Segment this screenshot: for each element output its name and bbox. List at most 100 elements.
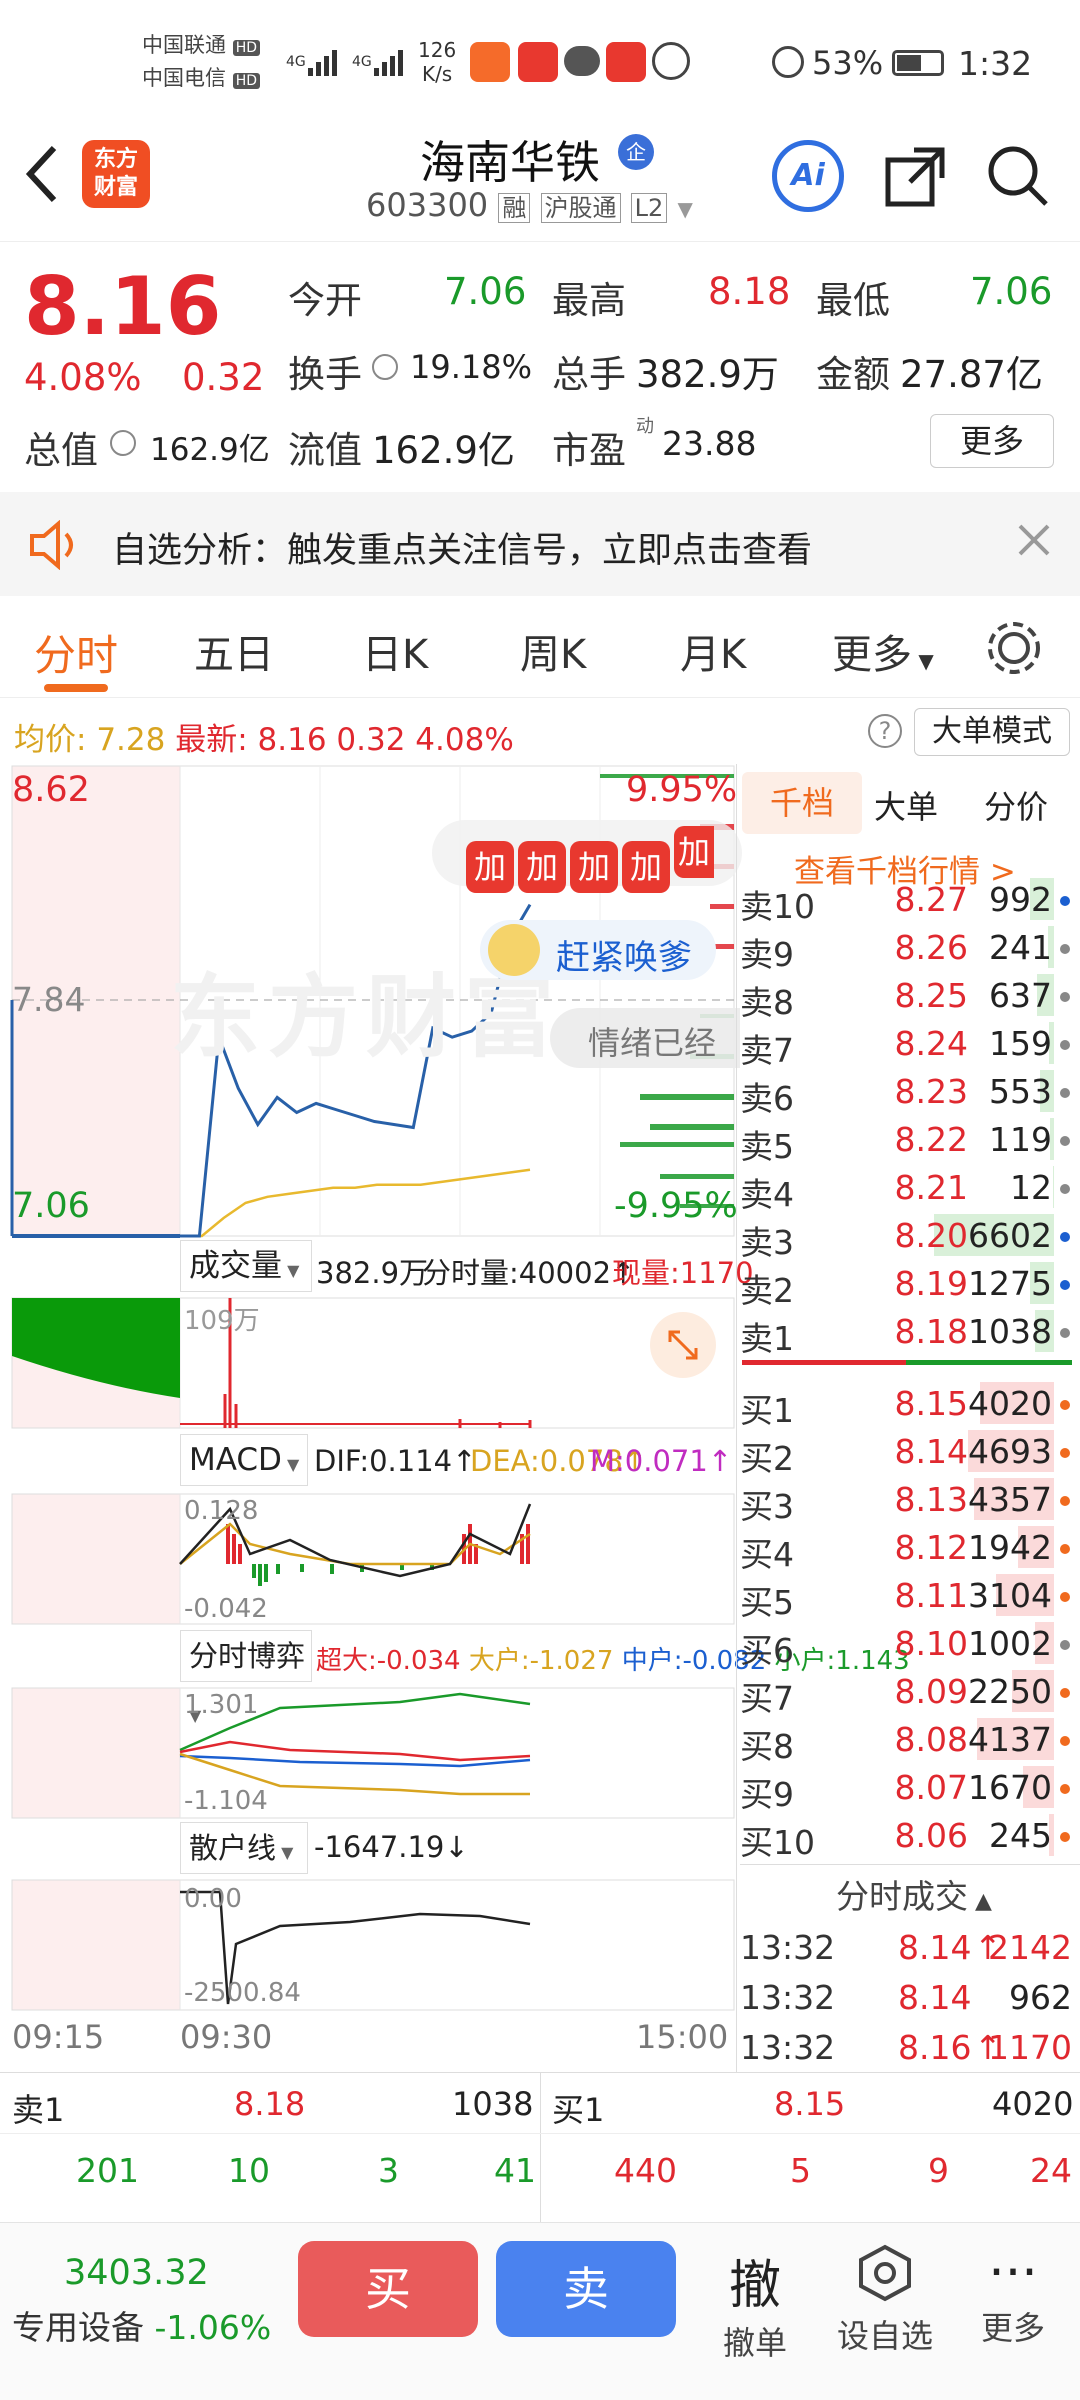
tab-weekly-k[interactable]: 周K (520, 622, 586, 680)
net-speed: 126 K/s (418, 38, 456, 86)
add-buttons-row[interactable]: 加加加加加 (466, 826, 714, 893)
buy-level-volume: 1002 (968, 1624, 1052, 1663)
buy-level-row[interactable]: 买4 8.12 1942 (740, 1524, 1080, 1574)
sell-level-row[interactable]: 卖9 8.26 241 (740, 924, 1080, 974)
summary-sell-label: 卖1 (12, 2091, 65, 2129)
battery-percent: 53% (812, 44, 884, 82)
tab-more[interactable]: 更多 ▼ (832, 622, 934, 680)
tab-big-orders[interactable]: 大单 (874, 782, 938, 828)
tab-thousand-levels[interactable]: 千档 (742, 772, 862, 834)
buy-level-row[interactable]: 买2 8.14 4693 (740, 1428, 1080, 1478)
info-icon[interactable] (372, 354, 398, 380)
volume-indicator-select[interactable]: 成交量 ▼ (180, 1240, 312, 1292)
add-button[interactable]: 加 (674, 826, 714, 878)
expand-icon[interactable] (650, 1312, 716, 1378)
settings-gear-icon[interactable] (986, 620, 1042, 680)
buy-level-row[interactable]: 买6 8.10 1002 (740, 1620, 1080, 1670)
ai-button[interactable]: Ai (772, 140, 844, 212)
sell-level-dot (1060, 992, 1070, 1002)
trade-volume: 962 (1009, 1978, 1072, 2017)
bottom-action-bar: 3403.32 专用设备 -1.06% 买 卖 撤 撤单 设自选 ··· 更多 (0, 2222, 1080, 2400)
pe-superscript: 动 (636, 416, 654, 437)
sell-level-row[interactable]: 卖7 8.24 159 (740, 1020, 1080, 1070)
buy-level-dot (1060, 1496, 1070, 1506)
chart-tabs: 分时 五日 日K 周K 月K 更多 ▼ (0, 596, 1080, 698)
carrier-labels: 中国联通 HD 中国电信 HD (142, 30, 260, 96)
game-indicator-select[interactable]: 分时博弈 ▼ (180, 1630, 312, 1725)
sell-level-row[interactable]: 卖5 8.22 119 (740, 1116, 1080, 1166)
sell-level-volume: 637 (989, 976, 1052, 1015)
retail-indicator-select[interactable]: 散户线 ▼ (180, 1822, 308, 1874)
buy-level-label: 买3 (740, 1487, 794, 1526)
sell-level-dot (1060, 896, 1070, 906)
buy-level-volume: 4137 (968, 1720, 1052, 1759)
buy-level-row[interactable]: 买10 8.06 245 (740, 1812, 1080, 1862)
big-order-mode-button[interactable]: 大单模式 (914, 708, 1070, 756)
mktcap-value: 162.9亿 (150, 432, 270, 468)
tab-five-day[interactable]: 五日 (194, 622, 274, 680)
summary-sell-price: 8.18 (234, 2085, 306, 2123)
cancel-order-label: 撤单 (722, 2324, 787, 2362)
buy-level-row[interactable]: 买8 8.08 4137 (740, 1716, 1080, 1766)
sell-level-label: 卖9 (740, 935, 794, 974)
svg-text:4G: 4G (286, 54, 306, 70)
more-button[interactable]: 更多 (930, 414, 1054, 468)
sell-level-row[interactable]: 卖1 8.18 1038 (740, 1308, 1080, 1358)
sector-index-line[interactable]: 专用设备 -1.06% (12, 2301, 271, 2349)
buy-detail-3: 9 (928, 2151, 949, 2190)
buy-level-label: 买4 (740, 1535, 794, 1574)
buy-button[interactable]: 买 (298, 2241, 478, 2337)
buy-level-volume: 1942 (968, 1528, 1052, 1567)
dropdown-icon[interactable]: ▼ (677, 197, 692, 221)
buy-level-row[interactable]: 买7 8.09 2250 (740, 1668, 1080, 1718)
sell-level-label: 卖2 (740, 1271, 794, 1310)
buy-level-row[interactable]: 买5 8.11 3104 (740, 1572, 1080, 1622)
share-icon[interactable] (884, 144, 948, 212)
sell-level-row[interactable]: 卖8 8.25 637 (740, 972, 1080, 1022)
trades-title[interactable]: 分时成交 ▲ (836, 1870, 992, 1918)
add-button[interactable]: 加 (518, 841, 566, 893)
sell-level-label: 卖3 (740, 1223, 794, 1262)
info-icon-2[interactable] (110, 430, 136, 456)
search-icon[interactable] (986, 144, 1050, 212)
amount-label: 金额 (816, 353, 890, 396)
add-button[interactable]: 加 (622, 841, 670, 893)
cancel-order-button[interactable]: 撤 撤单 (700, 2243, 810, 2364)
book-divider-green (906, 1360, 1072, 1365)
sell-detail-3: 3 (378, 2151, 399, 2190)
more-menu-button[interactable]: ··· 更多 (958, 2243, 1068, 2349)
trade-time: 13:32 (740, 1978, 836, 2017)
sell-level-row[interactable]: 卖10 8.27 992 (740, 876, 1080, 926)
buy-level-volume: 3104 (968, 1576, 1052, 1615)
add-button[interactable]: 加 (570, 841, 618, 893)
latest-label: 最新: (175, 722, 248, 758)
tab-intraday[interactable]: 分时 (34, 622, 118, 683)
sell-level-label: 卖10 (740, 887, 815, 926)
signal-icon: 4G 4G (286, 40, 416, 88)
buy-level-row[interactable]: 买3 8.13 4357 (740, 1476, 1080, 1526)
macd-indicator-select[interactable]: MACD ▼ (180, 1434, 308, 1486)
sell-level-row[interactable]: 卖6 8.23 553 (740, 1068, 1080, 1118)
back-icon[interactable] (22, 144, 62, 204)
buy-level-row[interactable]: 买9 8.07 1670 (740, 1764, 1080, 1814)
close-icon[interactable] (1016, 522, 1052, 562)
add-watchlist-button[interactable]: 设自选 (830, 2243, 940, 2357)
sell-level-row[interactable]: 卖3 8.20 6602 (740, 1212, 1080, 1262)
tab-monthly-k[interactable]: 月K (680, 622, 746, 680)
sell-level-row[interactable]: 卖2 8.19 1275 (740, 1260, 1080, 1310)
macd-indicator-label: MACD (189, 1442, 282, 1478)
buy-level-row[interactable]: 买1 8.15 4020 (740, 1380, 1080, 1430)
tab-price-distribution[interactable]: 分价 (984, 782, 1048, 828)
sector-index-value[interactable]: 3403.32 (64, 2253, 209, 2293)
sell-button[interactable]: 卖 (496, 2241, 676, 2337)
tab-daily-k[interactable]: 日K (362, 622, 428, 680)
promo-bubble[interactable]: 赶紧唤爹 (480, 920, 716, 980)
float-label: 流值 (288, 429, 362, 472)
help-icon[interactable]: ? (868, 714, 902, 748)
sell-level-row[interactable]: 卖4 8.21 12 (740, 1164, 1080, 1214)
speaker-icon (28, 519, 84, 574)
net-speed-unit: K/s (421, 62, 453, 86)
add-button[interactable]: 加 (466, 841, 514, 893)
app-logo: 东方 财富 (82, 140, 150, 208)
analysis-banner[interactable]: 自选分析：触发重点关注信号，立即点击查看 (0, 492, 1080, 596)
